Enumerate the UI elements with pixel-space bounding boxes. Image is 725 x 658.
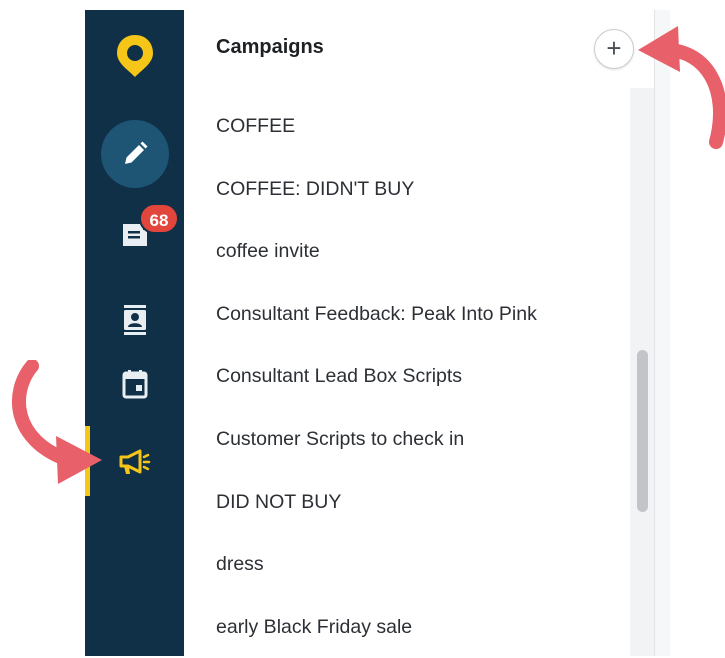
nav-contacts[interactable] [85,292,184,348]
campaign-item[interactable]: Customer Scripts to check in [216,408,626,471]
scrollbar-thumb[interactable] [637,350,648,512]
campaign-item[interactable]: COFFEE: DIDN'T BUY [216,158,626,221]
calendar-icon [122,370,147,399]
annotation-arrow-icon [12,360,102,484]
inbox-badge: 68 [139,203,179,234]
page-title: Campaigns [216,36,324,58]
campaign-list: COFFEE COFFEE: DIDN'T BUY coffee invite … [216,95,626,658]
campaign-item[interactable]: DID NOT BUY [216,471,626,534]
campaign-item[interactable]: early Black Friday sale [216,596,626,658]
annotation-arrow-icon [638,26,725,149]
logo[interactable] [85,30,184,82]
campaign-item[interactable]: Consultant Feedback: Peak Into Pink [216,283,626,346]
pencil-icon [124,141,147,164]
campaign-item[interactable]: COFFEE [216,95,626,158]
campaign-item[interactable]: Consultant Lead Box Scripts [216,345,626,408]
compose-circle[interactable] [100,120,169,188]
campaign-item[interactable]: coffee invite [216,220,626,283]
megaphone-icon [119,449,150,474]
add-campaign-button[interactable]: + [594,29,634,69]
contacts-icon [123,305,146,335]
location-pin-logo-icon [116,35,153,77]
compose-button[interactable] [85,118,184,190]
campaign-item[interactable]: dress [216,533,626,596]
